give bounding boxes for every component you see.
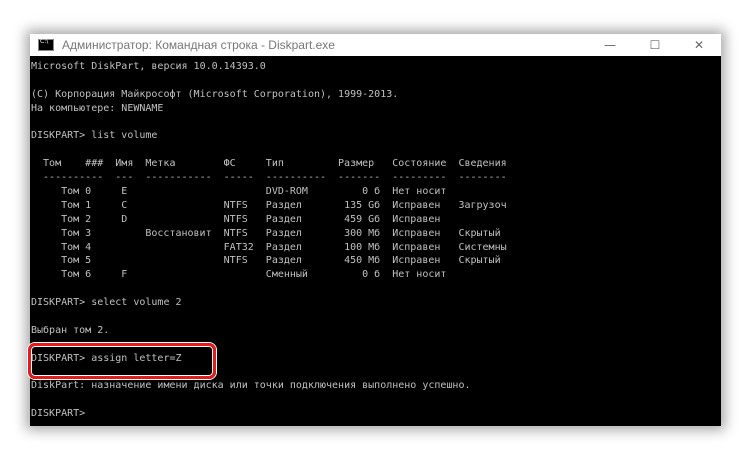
console-line: Microsoft DiskPart, версия 10.0.14393.0 [31,61,266,72]
console-line: (C) Корпорация Майкрософт (Microsoft Cor… [31,88,399,100]
maximize-button[interactable]: ☐ [633,34,677,56]
console-line: DISKPART> [31,408,92,420]
highlight-box [28,343,216,379]
table-cell: NTFS [223,227,248,239]
table-cell: Состояние [392,158,447,170]
table-cell: Размер [338,158,375,170]
table-cell: 100 Мб [344,241,381,253]
table-header: Том ### Имя Метка ФС Тип Размер Состояние Сведен… [31,157,721,171]
table-cell: 135 Gб [344,199,381,211]
table-cell: Скрытый [458,255,501,267]
minimize-button[interactable]: — [588,34,632,56]
table-cell: Раздел [265,241,302,253]
table-cell: Раздел [265,213,302,225]
table-cell: DVD-ROM [265,186,308,198]
console-line: DiskPart: назначение имени диска или точ… [31,380,471,392]
console-line: DISKPART> select volume 2 [31,297,182,309]
table-cell: Том [43,158,62,170]
table-cell: Раздел [265,227,302,239]
table-cell: NTFS [223,213,248,225]
table-cell: 0 б [362,269,381,281]
table-row: Том 3 Восстановит NTFS Раздел 300 Мб Исправен… [31,227,721,241]
table-cell: Нет носит [392,269,447,281]
table-cell: 300 Мб [344,227,381,239]
title-bar[interactable]: Администратор: Командная строка - Diskpa… [30,34,721,56]
table-cell: Тип [265,158,284,170]
table-cell: Системны [458,241,507,253]
table-cell: Имя [115,158,134,170]
table-cell: Исправен [392,241,441,253]
table-row: Том 6 F Сменный 0 б Нет носит [31,268,721,282]
table-cell: Нет носит [392,186,447,198]
table-cell: 459 Gб [344,213,381,225]
table-cell: FAT32 [223,241,254,253]
table-cell: Метка [145,158,176,170]
table-cell: Исправен [392,227,441,239]
table-cell: ### [85,158,104,170]
table-cell: ФС [223,158,236,170]
table-cell: Том 0 [61,186,92,198]
table-cell: Раздел [265,199,302,211]
console-line: Выбран том 2. [31,324,110,336]
table-cell: D [121,213,128,225]
table-cell: Исправен [392,213,441,225]
table-cell: Раздел [265,255,302,267]
table-cell: Сменный [265,269,308,281]
table-row: Том 0 E DVD-ROM 0 б Нет носит [31,185,721,199]
table-cell: Том 2 [61,213,92,225]
table-cell: 450 Мб [344,255,381,267]
table-cell: Исправен [392,199,441,211]
table-cell: E [121,186,128,198]
table-cell: Сведения [458,158,507,170]
table-cell: Том 6 [61,269,92,281]
table-row: Том 1 C NTFS Раздел 135 Gб Исправен Загрузоч [31,199,721,213]
table-cell: Скрытый [458,227,501,239]
table-cell: C [121,199,128,211]
table-cell: F [121,269,128,281]
table-cell: NTFS [223,199,248,211]
table-cell: Восстановит [145,227,212,239]
table-cell: Том 1 [61,199,92,211]
table-cell: Том 4 [61,241,92,253]
table-separator: ---------- --- ----------- ----- -------… [31,172,507,184]
console-app-icon [38,38,54,51]
close-button[interactable]: ✕ [677,34,721,56]
table-cell: Том 5 [61,255,92,267]
table-row: Том 4 FAT32 Раздел 100 Мб Исправен Системны [31,241,721,255]
console-line: DISKPART> list volume [31,130,158,142]
table-row: Том 2 D NTFS Раздел 459 Gб Исправен [31,213,721,227]
table-cell: NTFS [223,255,248,267]
console-line: На компьютере: NEWNAME [31,102,164,114]
table-cell: 0 б [362,186,381,198]
table-cell: Исправен [392,255,441,267]
table-cell: Том 3 [61,227,92,239]
window-title: Администратор: Командная строка - Diskpa… [62,38,335,52]
table-row: Том 5 NTFS Раздел 450 Мб Исправен Скрытый [31,254,721,268]
table-cell: Загрузоч [458,199,507,211]
